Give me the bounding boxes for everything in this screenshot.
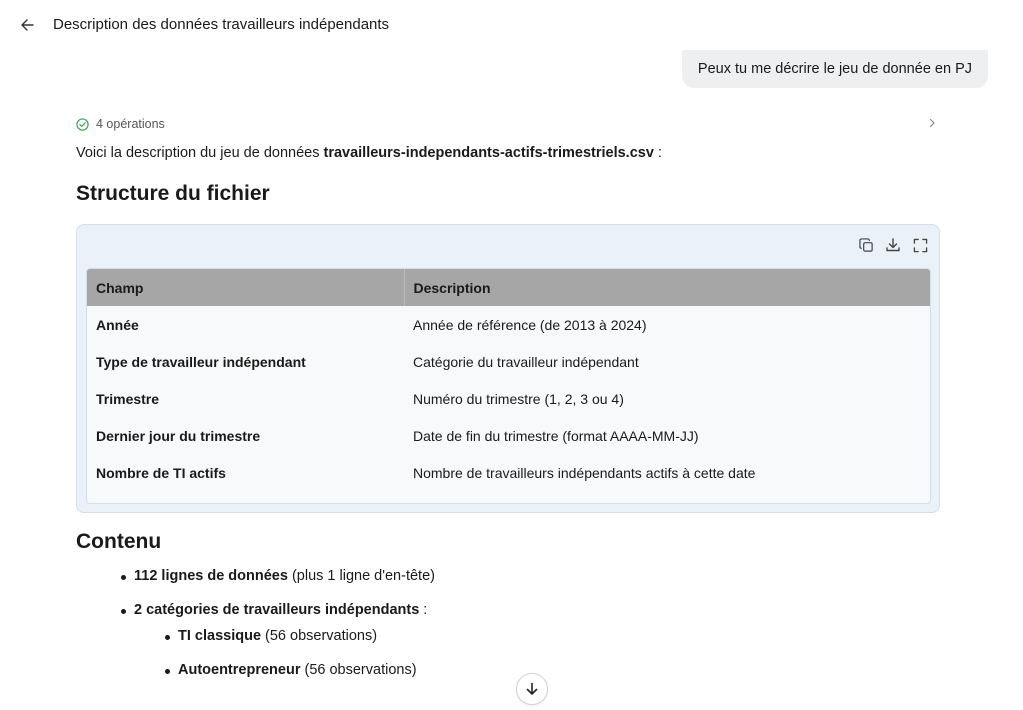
section-heading-contenu: Contenu [76, 530, 162, 553]
list-item-rest: : [419, 602, 428, 618]
arrow-left-icon [21, 19, 34, 31]
table-row: Type de travailleur indépendant Catégori… [87, 343, 930, 380]
list-item: Autoentrepreneur (56 observations) [76, 662, 417, 696]
section-heading-structure: Structure du fichier [76, 182, 270, 205]
table-row: Nombre de TI actifs Nombre de travailleu… [87, 454, 930, 491]
list-item: TI classique (56 observations) [76, 628, 417, 662]
list-item-bold: 2 catégories de travailleurs indépendant… [134, 602, 420, 618]
fullscreen-button[interactable] [911, 236, 929, 254]
scroll-to-bottom-button[interactable] [516, 673, 548, 705]
list-item-bold: 112 lignes de données [134, 568, 288, 584]
table-cell-field: Année [96, 316, 139, 333]
table-cell-field: Trimestre [96, 390, 160, 407]
page-title: Description des données travailleurs ind… [53, 16, 390, 33]
chevron-right-icon [929, 118, 935, 128]
table-cell-description: Année de référence (de 2013 à 2024) [413, 316, 647, 333]
content-list: 112 lignes de données (plus 1 ligne d'en… [76, 568, 435, 628]
back-button[interactable] [17, 15, 37, 35]
list-item: 2 catégories de travailleurs indépendant… [76, 602, 435, 628]
intro-suffix: : [653, 145, 662, 161]
list-item-rest: (plus 1 ligne d'en-tête) [287, 568, 435, 584]
table-cell-description: Numéro du trimestre (1, 2, 3 ou 4) [413, 390, 624, 407]
fullscreen-icon [913, 238, 927, 252]
check-circle-icon [76, 117, 89, 131]
category-sub-list: TI classique (56 observations) Autoentre… [76, 628, 417, 696]
chat-header: Description des données travailleurs ind… [0, 0, 1023, 50]
table-cell-description: Catégorie du travailleur indépendant [413, 353, 639, 370]
arrow-down-icon [526, 682, 538, 695]
copy-button[interactable] [857, 236, 875, 254]
list-item-rest: (56 observations) [261, 628, 378, 644]
table-header-row: Champ Description [87, 269, 930, 306]
operations-label: 4 opérations [96, 117, 165, 131]
table-row: Dernier jour du trimestre Date de fin du… [87, 417, 930, 454]
download-icon [886, 238, 900, 252]
user-message-bubble: Peux tu me décrire le jeu de donnée en P… [681, 50, 988, 88]
column-header-description: Description [413, 279, 491, 296]
list-item-bold: TI classique [178, 628, 262, 644]
intro-filename: travailleurs-independants-actifs-trimest… [323, 145, 654, 161]
operations-toggle[interactable]: 4 opérations [76, 115, 940, 133]
table-toolbar [857, 236, 929, 254]
intro-text: Voici la description du jeu de données t… [76, 145, 662, 161]
table-cell-description: Date de fin du trimestre (format AAAA-MM… [413, 427, 699, 444]
data-table-container: Champ Description Année Année de référen… [86, 268, 931, 504]
table-cell-field: Type de travailleur indépendant [96, 353, 306, 370]
table-cell-field: Nombre de TI actifs [96, 464, 226, 481]
field-description-table: Champ Description Année Année de référen… [87, 269, 930, 491]
list-item-rest: (56 observations) [300, 662, 417, 678]
copy-icon [858, 237, 873, 252]
column-header-champ: Champ [87, 269, 405, 306]
table-cell-field: Dernier jour du trimestre [96, 427, 261, 444]
table-row: Trimestre Numéro du trimestre (1, 2, 3 o… [87, 380, 930, 417]
table-cell-description: Nombre de travailleurs indépendants acti… [413, 464, 756, 481]
list-item: 112 lignes de données (plus 1 ligne d'en… [76, 568, 435, 602]
table-card: Champ Description Année Année de référen… [76, 224, 940, 513]
intro-prefix: Voici la description du jeu de données [76, 145, 324, 161]
table-row: Année Année de référence (de 2013 à 2024… [87, 306, 930, 343]
download-button[interactable] [884, 236, 902, 254]
list-item-bold: Autoentrepreneur [178, 662, 301, 678]
